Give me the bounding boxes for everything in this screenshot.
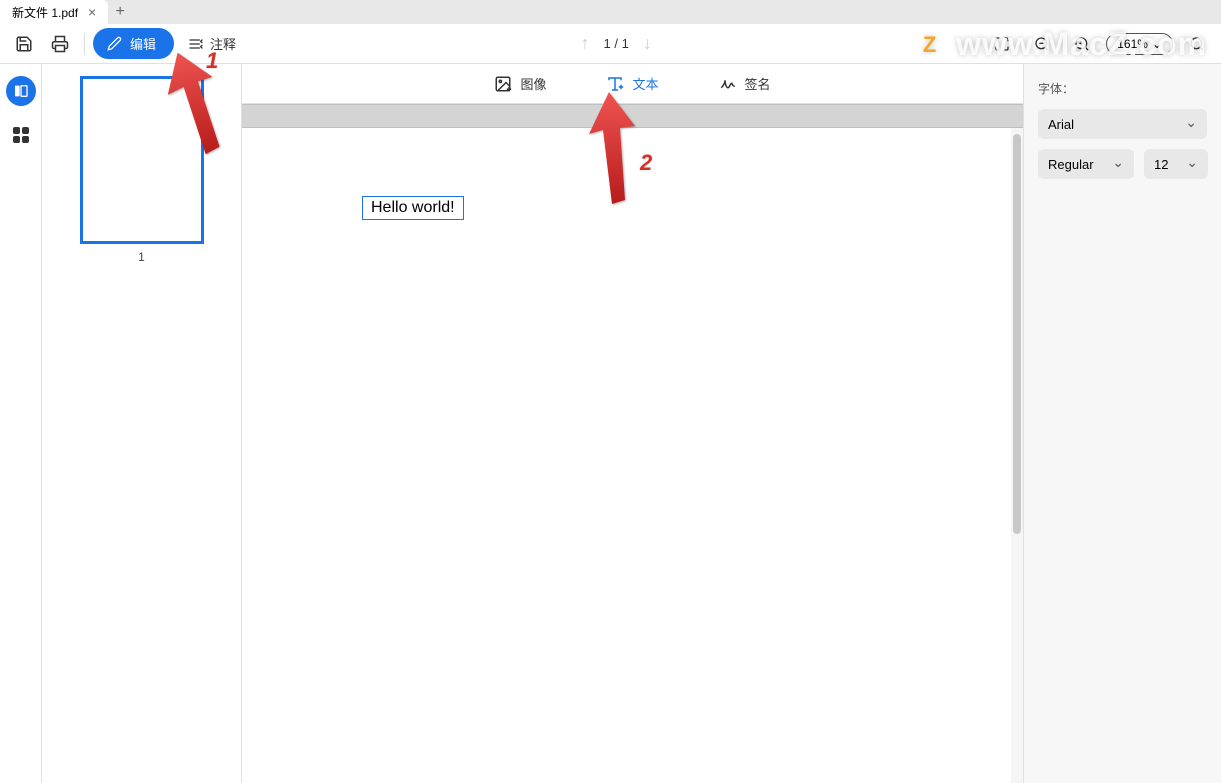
new-tab-button[interactable]: + xyxy=(108,0,132,24)
prev-page-button[interactable]: ↑ xyxy=(580,33,589,54)
pdf-page[interactable]: Hello world! xyxy=(242,128,1011,783)
annotation-number-2: 2 xyxy=(640,150,652,176)
main-area: 1 图像 文本 签名 Hello world! 字体： xyxy=(0,64,1221,783)
tab-title: 新文件 1.pdf xyxy=(12,4,78,21)
fullscreen-icon xyxy=(994,36,1010,52)
save-button[interactable] xyxy=(8,28,40,60)
zoom-in-button[interactable] xyxy=(1066,28,1098,60)
page-navigation: ↑ 1 / 1 ↓ xyxy=(580,33,651,54)
close-tab-icon[interactable]: × xyxy=(88,4,96,20)
text-edit-box[interactable]: Hello world! xyxy=(362,196,464,220)
insert-signature-button[interactable]: 签名 xyxy=(719,74,771,93)
document-tab[interactable]: 新文件 1.pdf × xyxy=(0,0,108,24)
grid-view-button[interactable] xyxy=(6,120,36,150)
divider xyxy=(84,33,85,55)
thumbnail-panel: 1 xyxy=(42,64,242,783)
signature-icon xyxy=(719,75,737,93)
sidebar-icon xyxy=(13,83,29,99)
zoom-level-dropdown[interactable]: 161% ⌄ xyxy=(1106,33,1173,55)
top-toolbar: 编辑 注释 ↑ 1 / 1 ↓ 161% ⌄ xyxy=(0,24,1221,64)
font-weight-select[interactable]: Regular xyxy=(1038,149,1134,179)
font-size-select[interactable]: 12 xyxy=(1144,149,1208,179)
next-page-button[interactable]: ↓ xyxy=(643,33,652,54)
properties-panel: 字体： Arial Regular 12 xyxy=(1023,64,1221,783)
edit-sub-toolbar: 图像 文本 签名 xyxy=(242,64,1023,104)
zoom-level: 161% xyxy=(1117,37,1148,51)
annotation-number-1: 1 xyxy=(206,48,218,74)
pencil-icon xyxy=(107,36,122,51)
search-button[interactable] xyxy=(1181,28,1213,60)
insert-text-button[interactable]: 文本 xyxy=(606,74,658,93)
vertical-scrollbar[interactable] xyxy=(1013,134,1021,534)
font-family-select[interactable]: Arial xyxy=(1038,109,1207,139)
canvas[interactable]: Hello world! xyxy=(242,104,1023,783)
text-label: 文本 xyxy=(632,74,658,93)
text-icon xyxy=(606,75,624,93)
zoom-out-button[interactable] xyxy=(1026,28,1058,60)
image-icon xyxy=(494,75,512,93)
fullscreen-button[interactable] xyxy=(986,28,1018,60)
signature-label: 签名 xyxy=(745,74,771,93)
edit-label: 编辑 xyxy=(130,34,156,53)
print-icon xyxy=(51,35,69,53)
page-gap xyxy=(242,104,1023,128)
image-label: 图像 xyxy=(520,74,546,93)
search-icon xyxy=(1189,36,1205,52)
thumbnails-panel-button[interactable] xyxy=(6,76,36,106)
font-label: 字体： xyxy=(1038,80,1207,97)
chevron-down-icon: ⌄ xyxy=(1152,37,1162,51)
page-thumbnail-1[interactable] xyxy=(80,76,204,244)
document-area: 图像 文本 签名 Hello world! xyxy=(242,64,1023,783)
grid-icon xyxy=(13,127,29,143)
edit-button[interactable]: 编辑 xyxy=(93,28,174,59)
zoom-out-icon xyxy=(1034,36,1050,52)
annotate-icon xyxy=(188,36,204,52)
save-icon xyxy=(15,35,33,53)
thumbnail-number: 1 xyxy=(138,250,145,264)
print-button[interactable] xyxy=(44,28,76,60)
insert-image-button[interactable]: 图像 xyxy=(494,74,546,93)
left-rail xyxy=(0,64,42,783)
page-number[interactable]: 1 / 1 xyxy=(603,36,628,51)
zoom-in-icon xyxy=(1074,36,1090,52)
tab-bar: 新文件 1.pdf × + xyxy=(0,0,1221,24)
